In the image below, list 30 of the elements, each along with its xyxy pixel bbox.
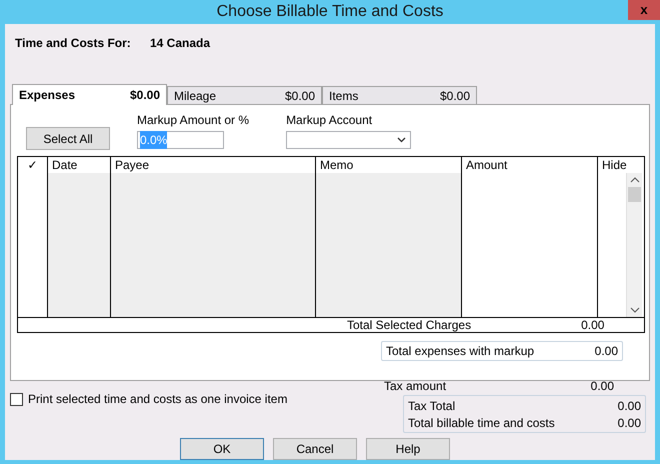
scrollbar[interactable] [626, 173, 642, 317]
window-title: Choose Billable Time and Costs [216, 2, 444, 22]
customer-name: 14 Canada [150, 35, 210, 52]
markup-account-label: Markup Account [286, 112, 374, 129]
markup-amount-value: 0.0% [140, 131, 168, 149]
markup-total-label: Total expenses with markup [386, 343, 534, 360]
print-option-label: Print selected time and costs as one invoice item [28, 391, 288, 408]
select-all-button[interactable]: Select All [26, 127, 110, 150]
customer-label: Time and Costs For: [15, 35, 132, 52]
total-selected-label: Total Selected Charges [347, 317, 472, 334]
dialog-button[interactable]: Help [366, 438, 450, 460]
total-label: Total billable time and costs [408, 414, 555, 432]
total-label: Tax Total [408, 398, 456, 414]
dialog-button[interactable]: OK [180, 438, 264, 460]
total-selected-value: 0.00 [581, 317, 604, 334]
scroll-thumb[interactable] [628, 187, 641, 202]
total-value: 0.00 [618, 414, 641, 432]
dialog-button[interactable]: Cancel [273, 438, 357, 460]
close-button[interactable]: x [628, 0, 660, 20]
tab[interactable]: Mileage $0.00 [167, 86, 322, 104]
print-checkbox[interactable] [10, 392, 23, 406]
tax-amount-label: Tax amount [384, 378, 446, 395]
markup-amount-label: Markup Amount or % [137, 112, 250, 129]
total-value: 0.00 [618, 398, 641, 414]
tax-amount-value: 0.00 [590, 378, 614, 395]
chevron-down-icon [397, 137, 406, 143]
markup-account-dropdown[interactable] [286, 131, 412, 149]
markup-total-value: 0.00 [594, 343, 618, 360]
tab[interactable]: Expenses $0.00 [12, 84, 167, 105]
tab[interactable]: Items $0.00 [322, 86, 477, 104]
